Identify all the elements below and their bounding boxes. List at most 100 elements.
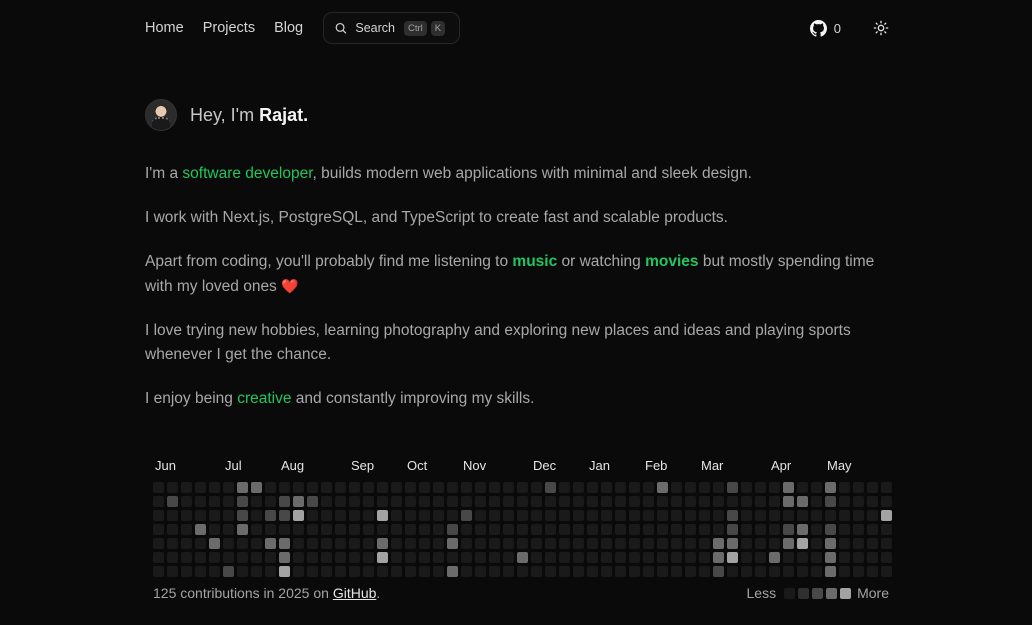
- contribution-cell[interactable]: [615, 496, 626, 507]
- contribution-cell[interactable]: [825, 538, 836, 549]
- contribution-cell[interactable]: [559, 482, 570, 493]
- contribution-cell[interactable]: [153, 524, 164, 535]
- contribution-cell[interactable]: [293, 496, 304, 507]
- contribution-cell[interactable]: [335, 496, 346, 507]
- contribution-cell[interactable]: [811, 552, 822, 563]
- github-profile-link[interactable]: GitHub: [333, 585, 377, 601]
- contribution-cell[interactable]: [181, 496, 192, 507]
- contribution-cell[interactable]: [307, 552, 318, 563]
- contribution-cell[interactable]: [433, 482, 444, 493]
- contribution-cell[interactable]: [615, 566, 626, 577]
- contribution-cell[interactable]: [363, 524, 374, 535]
- contribution-cell[interactable]: [839, 482, 850, 493]
- contribution-cell[interactable]: [657, 552, 668, 563]
- contribution-cell[interactable]: [657, 482, 668, 493]
- contribution-cell[interactable]: [671, 496, 682, 507]
- contribution-cell[interactable]: [321, 566, 332, 577]
- contribution-cell[interactable]: [713, 552, 724, 563]
- contribution-cell[interactable]: [475, 524, 486, 535]
- contribution-cell[interactable]: [769, 482, 780, 493]
- contribution-cell[interactable]: [363, 482, 374, 493]
- contribution-cell[interactable]: [825, 482, 836, 493]
- contribution-cell[interactable]: [629, 524, 640, 535]
- contribution-cell[interactable]: [195, 552, 206, 563]
- contribution-cell[interactable]: [265, 496, 276, 507]
- contribution-cell[interactable]: [825, 552, 836, 563]
- contribution-cell[interactable]: [755, 482, 766, 493]
- contribution-cell[interactable]: [755, 566, 766, 577]
- contribution-cell[interactable]: [293, 566, 304, 577]
- contribution-cell[interactable]: [601, 496, 612, 507]
- contribution-cell[interactable]: [335, 566, 346, 577]
- contribution-cell[interactable]: [559, 524, 570, 535]
- nav-blog-link[interactable]: Blog: [274, 20, 303, 36]
- contribution-cell[interactable]: [531, 552, 542, 563]
- contribution-cell[interactable]: [405, 496, 416, 507]
- contribution-cell[interactable]: [419, 524, 430, 535]
- contribution-cell[interactable]: [643, 566, 654, 577]
- contribution-cell[interactable]: [307, 510, 318, 521]
- contribution-cell[interactable]: [195, 538, 206, 549]
- contribution-cell[interactable]: [447, 496, 458, 507]
- contribution-cell[interactable]: [713, 566, 724, 577]
- contribution-cell[interactable]: [601, 552, 612, 563]
- contribution-cell[interactable]: [587, 538, 598, 549]
- contribution-cell[interactable]: [643, 552, 654, 563]
- contribution-cell[interactable]: [349, 552, 360, 563]
- contribution-cell[interactable]: [853, 538, 864, 549]
- contribution-cell[interactable]: [811, 496, 822, 507]
- contribution-cell[interactable]: [615, 510, 626, 521]
- contribution-cell[interactable]: [671, 552, 682, 563]
- contribution-cell[interactable]: [629, 510, 640, 521]
- contribution-cell[interactable]: [391, 566, 402, 577]
- contribution-cell[interactable]: [167, 566, 178, 577]
- contribution-cell[interactable]: [209, 566, 220, 577]
- contribution-cell[interactable]: [405, 524, 416, 535]
- contribution-cell[interactable]: [293, 482, 304, 493]
- contribution-cell[interactable]: [783, 496, 794, 507]
- contribution-cell[interactable]: [195, 482, 206, 493]
- contribution-cell[interactable]: [293, 524, 304, 535]
- contribution-cell[interactable]: [545, 566, 556, 577]
- contribution-cell[interactable]: [587, 524, 598, 535]
- contribution-cell[interactable]: [699, 482, 710, 493]
- contribution-cell[interactable]: [727, 538, 738, 549]
- contribution-cell[interactable]: [783, 552, 794, 563]
- contribution-cell[interactable]: [391, 538, 402, 549]
- contribution-cell[interactable]: [853, 566, 864, 577]
- contribution-cell[interactable]: [685, 552, 696, 563]
- contribution-cell[interactable]: [741, 482, 752, 493]
- contribution-cell[interactable]: [727, 524, 738, 535]
- contribution-cell[interactable]: [545, 482, 556, 493]
- contribution-cell[interactable]: [741, 552, 752, 563]
- contribution-cell[interactable]: [881, 524, 892, 535]
- contribution-cell[interactable]: [475, 552, 486, 563]
- contribution-cell[interactable]: [223, 538, 234, 549]
- contribution-cell[interactable]: [727, 552, 738, 563]
- contribution-cell[interactable]: [153, 552, 164, 563]
- contribution-cell[interactable]: [755, 538, 766, 549]
- contribution-cell[interactable]: [251, 482, 262, 493]
- contribution-cell[interactable]: [503, 482, 514, 493]
- contribution-cell[interactable]: [573, 510, 584, 521]
- contribution-cell[interactable]: [251, 510, 262, 521]
- contribution-cell[interactable]: [209, 510, 220, 521]
- contribution-cell[interactable]: [237, 510, 248, 521]
- nav-projects-link[interactable]: Projects: [203, 20, 255, 36]
- contribution-cell[interactable]: [279, 552, 290, 563]
- contribution-cell[interactable]: [629, 552, 640, 563]
- contribution-cell[interactable]: [853, 510, 864, 521]
- contribution-cell[interactable]: [433, 510, 444, 521]
- contribution-cell[interactable]: [657, 496, 668, 507]
- contribution-cell[interactable]: [727, 510, 738, 521]
- contribution-cell[interactable]: [265, 524, 276, 535]
- contribution-cell[interactable]: [573, 482, 584, 493]
- contribution-cell[interactable]: [615, 524, 626, 535]
- contribution-cell[interactable]: [657, 538, 668, 549]
- contribution-cell[interactable]: [503, 566, 514, 577]
- contribution-cell[interactable]: [643, 524, 654, 535]
- contribution-cell[interactable]: [727, 496, 738, 507]
- contribution-cell[interactable]: [335, 524, 346, 535]
- contribution-cell[interactable]: [629, 566, 640, 577]
- contribution-cell[interactable]: [559, 510, 570, 521]
